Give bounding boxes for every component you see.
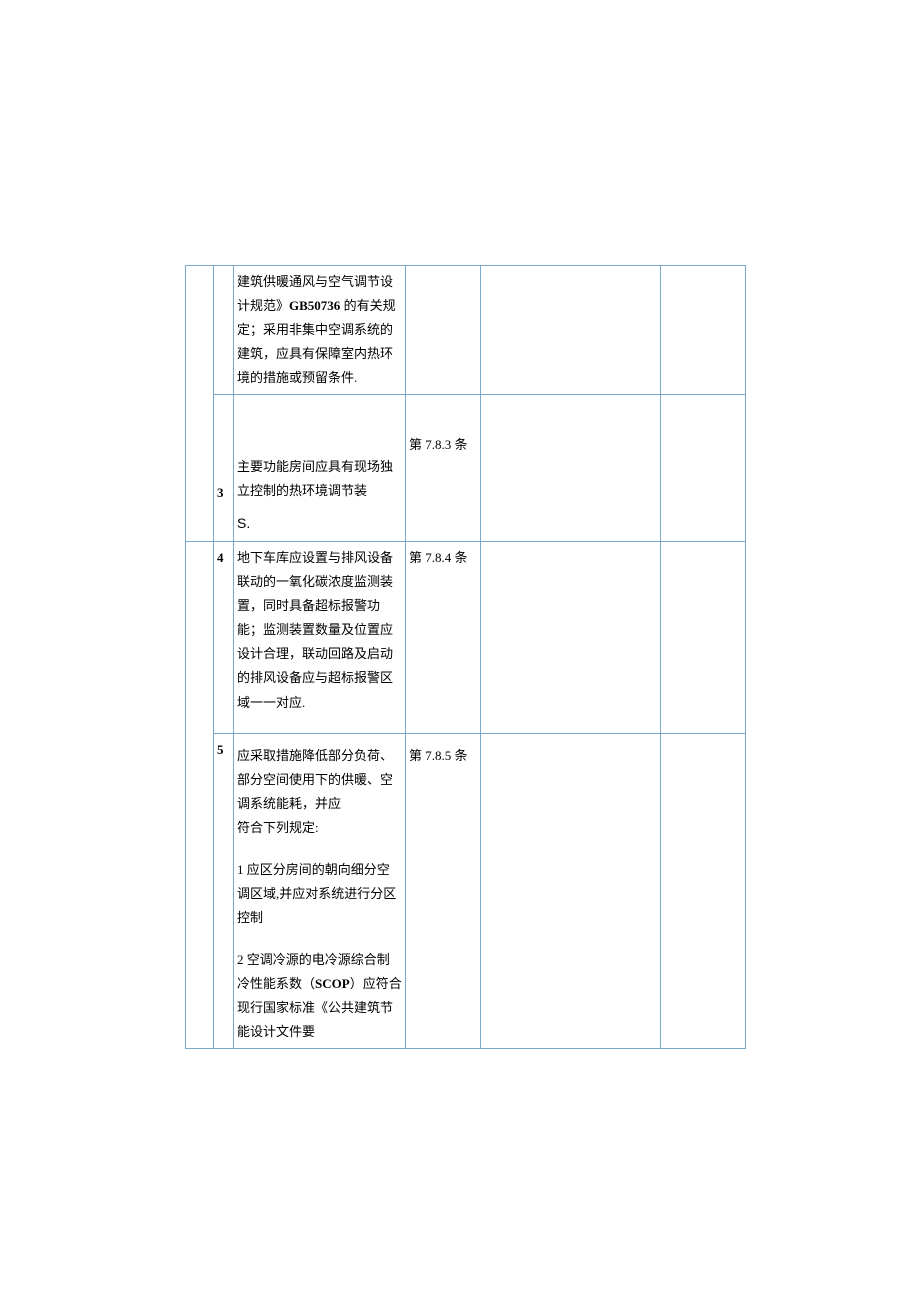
content-text: 应采取措施降低部分负荷、部分空间使用下的供暖、空调系统能耗，并应符合下列规定: <box>237 738 402 840</box>
row-content: 地下车库应设置与排风设备联动的一氧化碳浓度监测装置，同时具备超标报警功能；监测装… <box>234 542 406 733</box>
row-notes-cont <box>481 507 661 541</box>
row-reference: 第 7.8.4 条 <box>406 542 481 733</box>
table-row: 建筑供暖通风与空气调节设计规范》GB50736 的有关规定；采用非集中空调系统的… <box>186 266 746 395</box>
row-notes <box>481 395 661 508</box>
row-extra <box>661 733 746 1049</box>
content-text: 建筑供暖通风与空气调节设计规范》GB50736 的有关规定；采用非集中空调系统的… <box>237 270 402 390</box>
spacer-cell <box>186 266 214 542</box>
row-extra-cont <box>661 507 746 541</box>
row-extra <box>661 395 746 508</box>
row-number <box>214 266 234 395</box>
row-content: 应采取措施降低部分负荷、部分空间使用下的供暖、空调系统能耗，并应符合下列规定: … <box>234 733 406 1049</box>
row-extra <box>661 542 746 733</box>
content-text: S. <box>237 511 402 537</box>
table-row: 3 主要功能房间应具有现场独立控制的热环境调节装 第 7.8.3 条 <box>186 395 746 508</box>
row-number: 5 <box>214 733 234 1049</box>
spacer-cell <box>186 542 214 1049</box>
row-reference <box>406 266 481 395</box>
row-content: 主要功能房间应具有现场独立控制的热环境调节装 <box>234 395 406 508</box>
row-content-cont: S. <box>234 507 406 541</box>
content-text: 主要功能房间应具有现场独立控制的热环境调节装 <box>237 455 402 503</box>
row-number: 4 <box>214 542 234 733</box>
row-reference: 第 7.8.3 条 <box>406 395 481 508</box>
content-text: 1 应区分房间的朝向细分空调区域,并应对系统进行分区控制 <box>237 858 402 930</box>
table-row: S. <box>186 507 746 541</box>
row-extra <box>661 266 746 395</box>
row-number: 3 <box>214 395 234 508</box>
row-content: 建筑供暖通风与空气调节设计规范》GB50736 的有关规定；采用非集中空调系统的… <box>234 266 406 395</box>
row-reference-cont <box>406 507 481 541</box>
table-row: 5 应采取措施降低部分负荷、部分空间使用下的供暖、空调系统能耗，并应符合下列规定… <box>186 733 746 1049</box>
row-reference: 第 7.8.5 条 <box>406 733 481 1049</box>
table-row: 4 地下车库应设置与排风设备联动的一氧化碳浓度监测装置，同时具备超标报警功能；监… <box>186 542 746 733</box>
row-notes <box>481 733 661 1049</box>
row-number-cont <box>214 507 234 541</box>
content-text: 地下车库应设置与排风设备联动的一氧化碳浓度监测装置，同时具备超标报警功能；监测装… <box>237 546 402 714</box>
row-notes <box>481 266 661 395</box>
row-notes <box>481 542 661 733</box>
requirements-table: 建筑供暖通风与空气调节设计规范》GB50736 的有关规定；采用非集中空调系统的… <box>185 265 746 1049</box>
content-text: 2 空调冷源的电冷源综合制冷性能系数（SCOP）应符合现行国家标准《公共建筑节能… <box>237 948 402 1044</box>
document-page: 建筑供暖通风与空气调节设计规范》GB50736 的有关规定；采用非集中空调系统的… <box>185 265 745 1049</box>
